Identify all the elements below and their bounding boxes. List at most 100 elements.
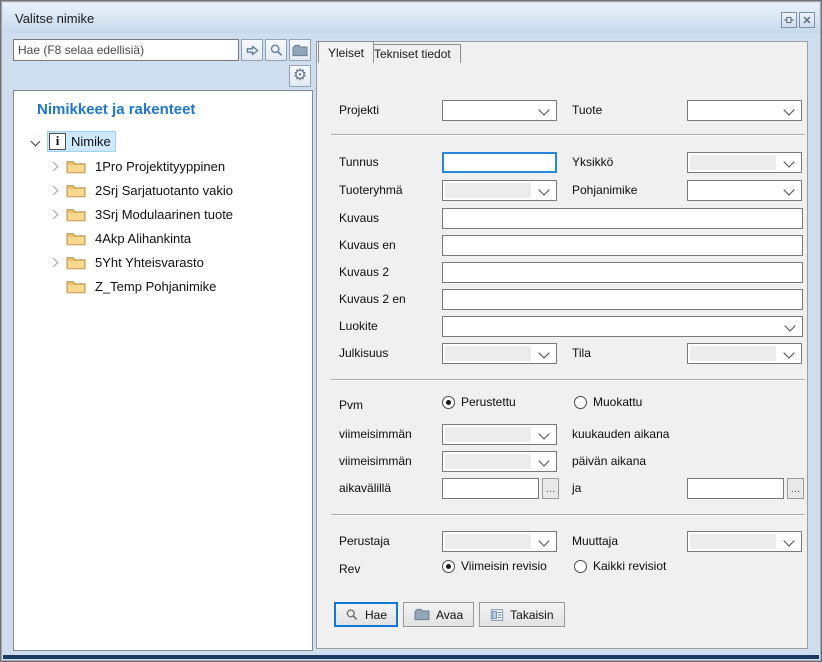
julkisuus-dropdown[interactable] xyxy=(442,343,557,364)
go-arrow-button[interactable] xyxy=(241,39,263,61)
tree-panel: Nimikkeet ja rakenteet i Nimike 1Pro Pro… xyxy=(13,90,313,651)
button-row: Hae Avaa Takaisin xyxy=(334,602,565,627)
radio-button-icon[interactable] xyxy=(574,560,587,573)
form-panel: Yleiset Tekniset tiedot Projekti Tuote T… xyxy=(316,41,808,649)
pin-icon-glyph xyxy=(783,14,795,26)
kuvaus-2-en-label: Kuvaus 2 en xyxy=(339,292,406,306)
separator xyxy=(331,379,805,381)
aikavalilla-label: aikavälillä xyxy=(339,481,391,495)
avaa-button[interactable]: Avaa xyxy=(403,602,474,627)
julkisuus-label: Julkisuus xyxy=(339,346,388,360)
open-folder-button[interactable] xyxy=(289,39,311,61)
radio-label: Kaikki revisiot xyxy=(593,559,666,573)
ja-label: ja xyxy=(572,481,581,495)
folder-icon xyxy=(66,231,86,246)
folder-icon xyxy=(66,255,86,270)
separator xyxy=(331,514,805,516)
titlebar[interactable]: Valitse nimike xyxy=(3,3,819,33)
radio-muokattu[interactable]: Muokattu xyxy=(574,395,642,409)
tree-item-label: Z_Temp Pohjanimike xyxy=(95,279,216,294)
tuoteryhma-dropdown[interactable] xyxy=(442,180,557,201)
tila-label: Tila xyxy=(572,346,591,360)
chevron-down-icon[interactable] xyxy=(31,136,41,146)
chevron-right-icon[interactable] xyxy=(49,257,59,267)
tree-item-4akp[interactable]: 4Akp Alihankinta xyxy=(50,226,191,250)
pohjanimike-dropdown[interactable] xyxy=(687,180,802,201)
close-icon[interactable] xyxy=(799,12,815,28)
radio-label: Viimeisin revisio xyxy=(461,559,547,573)
tab-yleiset[interactable]: Yleiset xyxy=(318,41,374,63)
paivan-aikana-label: päivän aikana xyxy=(572,454,646,468)
tree-item-1pro[interactable]: 1Pro Projektityyppinen xyxy=(50,154,225,178)
radio-viimeisin-revisio[interactable]: Viimeisin revisio xyxy=(442,559,547,573)
settings-button[interactable]: ⚙ xyxy=(289,65,311,87)
tree-item-label: 5Yht Yhteisvarasto xyxy=(95,255,204,270)
chevron-right-icon[interactable] xyxy=(49,209,59,219)
radio-button-icon[interactable] xyxy=(442,560,455,573)
viimeisimman-label: viimeisimmän xyxy=(339,454,412,468)
tree-item-5yht[interactable]: 5Yht Yhteisvarasto xyxy=(50,250,204,274)
kuvaus-en-label: Kuvaus en xyxy=(339,238,396,252)
tuoteryhma-label: Tuoteryhmä xyxy=(339,183,403,197)
paivan-dropdown[interactable] xyxy=(442,451,557,472)
aikavalilla-end-input[interactable] xyxy=(687,478,784,499)
tuote-dropdown[interactable] xyxy=(687,100,802,121)
close-icon-glyph xyxy=(801,14,813,26)
radio-label: Perustettu xyxy=(461,395,516,409)
avaa-button-label: Avaa xyxy=(436,608,463,622)
dialog-valitse-nimike: Valitse nimike ⚙ xyxy=(0,0,822,662)
kuvaus-en-input[interactable] xyxy=(442,235,803,256)
tree-item-ztemp[interactable]: Z_Temp Pohjanimike xyxy=(50,274,216,298)
kuvaus-2-input[interactable] xyxy=(442,262,803,283)
kuvaus-label: Kuvaus xyxy=(339,211,379,225)
kuvaus-input[interactable] xyxy=(442,208,803,229)
date-picker-button[interactable]: ... xyxy=(787,478,804,499)
radio-button-icon[interactable] xyxy=(574,396,587,409)
tree-item-2srj[interactable]: 2Srj Sarjatuotanto vakio xyxy=(50,178,233,202)
pin-icon[interactable] xyxy=(781,12,797,28)
tree-header: Nimikkeet ja rakenteet xyxy=(37,101,195,118)
form-list-icon xyxy=(490,608,504,622)
kuvaus-2-label: Kuvaus 2 xyxy=(339,265,389,279)
tree-root-nimike[interactable]: i Nimike xyxy=(32,129,116,153)
muuttaja-dropdown[interactable] xyxy=(687,531,802,552)
hae-button[interactable]: Hae xyxy=(334,602,398,627)
tree-item-label: 2Srj Sarjatuotanto vakio xyxy=(95,183,233,198)
perustaja-dropdown[interactable] xyxy=(442,531,557,552)
tunnus-label: Tunnus xyxy=(339,155,379,169)
search-icon xyxy=(345,608,359,622)
kuukauden-dropdown[interactable] xyxy=(442,424,557,445)
yksikko-dropdown[interactable] xyxy=(687,152,802,173)
projekti-dropdown[interactable] xyxy=(442,100,557,121)
window-bottom-edge xyxy=(3,655,819,659)
tree-selection: i Nimike xyxy=(47,131,116,152)
hae-button-label: Hae xyxy=(365,608,387,622)
tree-item-3srj[interactable]: 3Srj Modulaarinen tuote xyxy=(50,202,233,226)
kuvaus-2-en-input[interactable] xyxy=(442,289,803,310)
radio-button-icon[interactable] xyxy=(442,396,455,409)
tila-dropdown[interactable] xyxy=(687,343,802,364)
folder-icon xyxy=(66,279,86,294)
muuttaja-label: Muuttaja xyxy=(572,534,618,548)
aikavalilla-start-input[interactable] xyxy=(442,478,539,499)
perustaja-label: Perustaja xyxy=(339,534,390,548)
pohjanimike-label: Pohjanimike xyxy=(572,183,637,197)
takaisin-button[interactable]: Takaisin xyxy=(479,602,564,627)
search-button[interactable] xyxy=(265,39,287,61)
radio-perustettu[interactable]: Perustettu xyxy=(442,395,516,409)
search-input[interactable] xyxy=(13,39,239,61)
luokite-dropdown[interactable] xyxy=(442,316,803,337)
tunnus-input[interactable] xyxy=(442,152,557,173)
chevron-right-icon[interactable] xyxy=(49,185,59,195)
yksikko-label: Yksikkö xyxy=(572,155,613,169)
folder-icon xyxy=(414,608,430,621)
separator xyxy=(331,134,805,136)
date-picker-button[interactable]: ... xyxy=(542,478,559,499)
tab-tekniset-tiedot[interactable]: Tekniset tiedot xyxy=(364,44,461,63)
folder-icon xyxy=(66,207,86,222)
radio-kaikki-revisiot[interactable]: Kaikki revisiot xyxy=(574,559,666,573)
kuukauden-aikana-label: kuukauden aikana xyxy=(572,427,669,441)
tree-item-label: Nimike xyxy=(71,134,111,149)
folder-icon xyxy=(66,159,86,174)
chevron-right-icon[interactable] xyxy=(49,161,59,171)
